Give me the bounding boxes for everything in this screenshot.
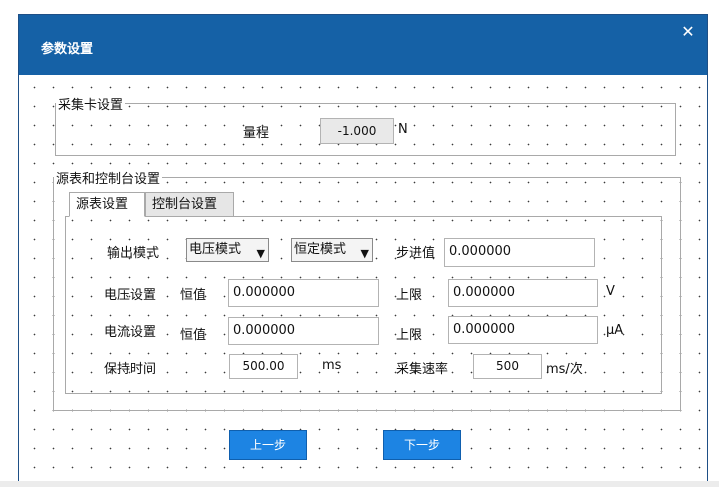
current-settings-label: 电流设置 bbox=[104, 325, 157, 340]
range-unit: N bbox=[398, 122, 408, 137]
sample-rate-field[interactable]: 500 bbox=[473, 354, 542, 379]
hold-time-field[interactable]: 500.00 bbox=[229, 354, 298, 379]
tab-source-settings[interactable]: 源表设置 bbox=[69, 192, 145, 217]
dropdown-arrow-icon: ▼ bbox=[256, 247, 265, 260]
hold-time-label: 保持时间 bbox=[104, 362, 157, 377]
voltage-limit-label: 上限 bbox=[396, 288, 423, 303]
output-mode-value: 电压模式 bbox=[189, 242, 242, 257]
prev-step-button[interactable]: 上一步 bbox=[229, 430, 307, 460]
range-label: 量程 bbox=[243, 126, 270, 141]
voltage-limit-field[interactable]: 0.000000 bbox=[448, 279, 598, 307]
voltage-const-field[interactable]: 0.000000 bbox=[228, 279, 379, 307]
tab-console-settings[interactable]: 控制台设置 bbox=[145, 192, 234, 217]
current-unit: μA bbox=[606, 323, 624, 338]
hold-time-unit: ms bbox=[322, 358, 342, 373]
voltage-const-label: 恒值 bbox=[180, 288, 207, 303]
sample-rate-unit: ms/次 bbox=[546, 362, 583, 377]
bottom-strip bbox=[0, 481, 719, 487]
dropdown-arrow-icon: ▼ bbox=[360, 247, 369, 260]
sample-rate-label: 采集速率 bbox=[396, 362, 449, 377]
source-console-legend: 源表和控制台设置 bbox=[54, 168, 163, 187]
range-value-field[interactable]: -1.000 bbox=[320, 118, 394, 144]
output-mode-select[interactable]: 电压模式 ▼ bbox=[186, 238, 269, 262]
step-value-field[interactable]: 0.000000 bbox=[444, 238, 595, 267]
const-mode-value: 恒定模式 bbox=[294, 242, 347, 257]
current-limit-label: 上限 bbox=[396, 328, 423, 343]
voltage-unit: V bbox=[606, 284, 615, 299]
daq-settings-legend: 采集卡设置 bbox=[56, 94, 126, 113]
close-icon[interactable]: ✕ bbox=[679, 23, 697, 41]
dialog-title: 参数设置 bbox=[41, 42, 94, 57]
current-limit-field[interactable]: 0.000000 bbox=[448, 316, 598, 344]
current-const-field[interactable]: 0.000000 bbox=[228, 317, 379, 345]
output-mode-label: 输出模式 bbox=[107, 246, 160, 261]
next-step-button[interactable]: 下一步 bbox=[383, 430, 461, 460]
current-const-label: 恒值 bbox=[180, 328, 207, 343]
step-label: 步进值 bbox=[396, 246, 436, 261]
voltage-settings-label: 电压设置 bbox=[104, 288, 157, 303]
const-mode-select[interactable]: 恒定模式 ▼ bbox=[291, 238, 373, 262]
title-bar: 参数设置 ✕ bbox=[19, 15, 707, 75]
